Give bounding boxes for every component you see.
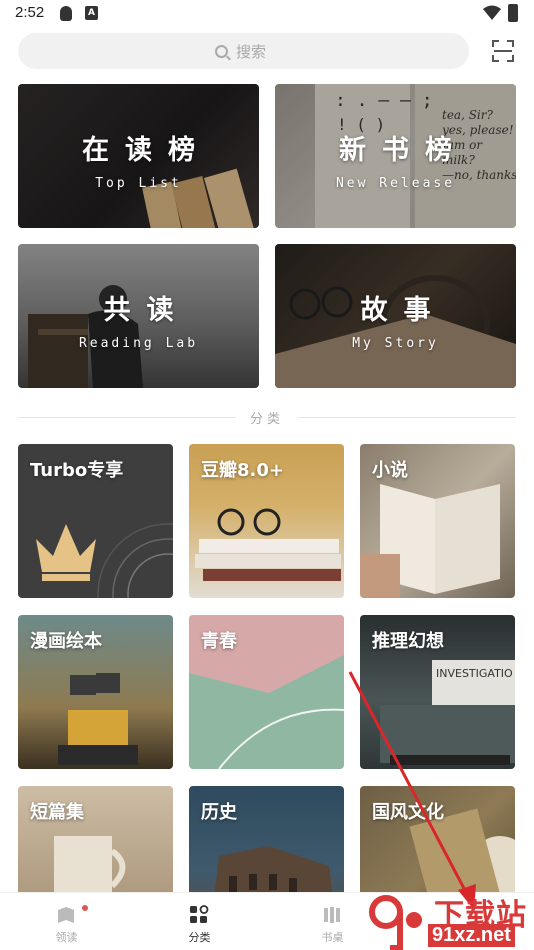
category-mystery[interactable]: INVESTIGATIO 推理幻想 [360,615,515,769]
reading-lab-title: 共读 [103,295,190,326]
notification-dot [82,905,88,911]
status-time: 2:52 [15,4,45,21]
category-grid-icon [190,905,209,923]
status-bar: 2:52 A [0,0,534,28]
new-release-subtitle: New Release [335,176,456,191]
scan-icon[interactable] [492,40,514,62]
category-turbo[interactable]: Turbo专享 [18,444,173,598]
top-list-title: 在读榜 [82,135,211,166]
tab-guided-reading[interactable]: 领读 [0,893,133,950]
category-label: 短篇集 [30,802,84,823]
my-story-subtitle: My Story [352,336,439,351]
search-placeholder-group: 搜索 [215,41,266,62]
category-label: 漫画绘本 [30,631,102,652]
divider-line-right [298,417,516,418]
category-novel[interactable]: 小说 [360,444,515,598]
book-icon [58,907,74,923]
category-douban[interactable]: 豆瓣8.0+ [189,444,344,598]
my-story-title: 故事 [360,295,447,326]
my-story-card[interactable]: 故事 My Story [275,244,516,388]
reading-lab-subtitle: Reading Lab [78,336,199,351]
reading-lab-card[interactable]: 共读 Reading Lab [18,244,259,388]
top-list-subtitle: Top List [95,176,182,191]
category-comic[interactable]: 漫画绘本 [18,615,173,769]
tab-categories[interactable]: 分类 [133,893,266,950]
tab-label: 分类 [188,931,211,944]
watermark: 下载站 91xz.net [364,890,534,950]
new-release-title: 新书榜 [339,135,468,166]
category-label: 豆瓣8.0+ [201,460,284,481]
category-label: 推理幻想 [372,631,444,652]
a-notification-icon: A [85,6,98,20]
category-label: 青春 [201,631,237,652]
new-release-card[interactable]: : . — — ; ! ( ) tea, Sir? yes, please! J… [275,84,516,228]
search-icon [215,45,228,58]
battery-icon [508,4,518,22]
category-label: 国风文化 [372,802,444,823]
category-label: 小说 [372,460,408,481]
category-divider: 分类 [18,408,516,428]
category-label: 历史 [201,802,237,823]
bookshelf-icon [324,907,340,923]
typewriter-paper-text: INVESTIGATIO [436,667,513,680]
watermark-logo [369,895,422,950]
qq-notification-icon [60,6,72,21]
search-placeholder: 搜索 [236,43,267,61]
search-bar[interactable]: 搜索 [18,33,469,69]
wifi-icon [483,5,501,20]
category-youth[interactable]: 青春 [189,615,344,769]
tab-label: 领读 [55,931,78,944]
watermark-url: 91xz.net [428,924,515,947]
category-label: Turbo专享 [30,460,124,481]
top-list-card[interactable]: 在读榜 Top List [18,84,259,228]
